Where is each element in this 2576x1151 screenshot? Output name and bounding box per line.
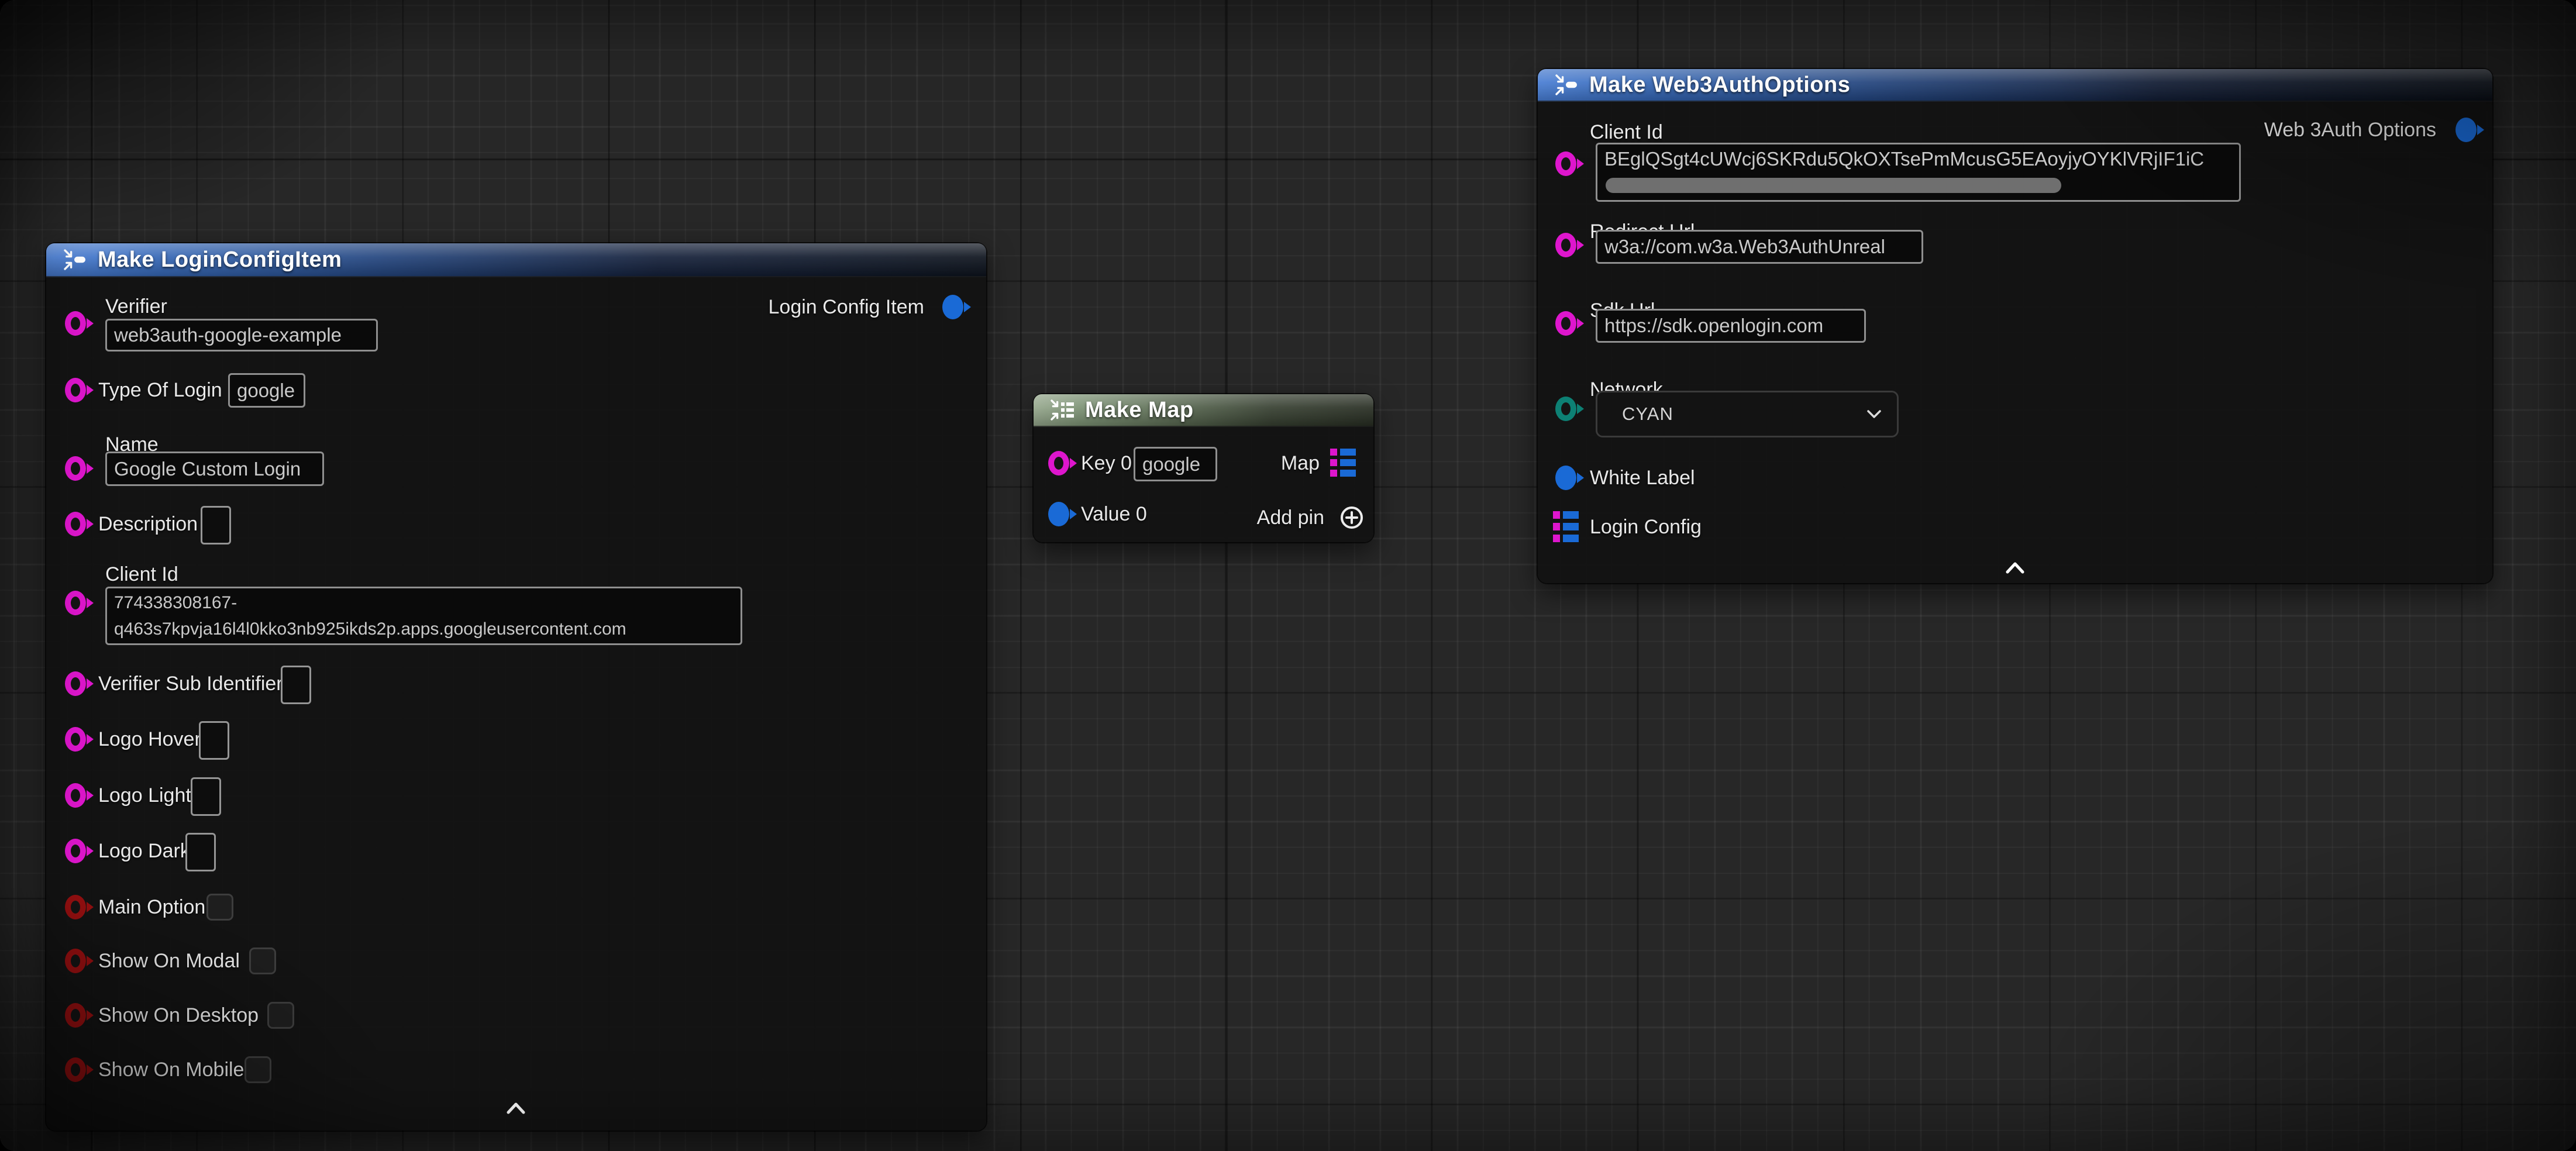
chevron-down-icon — [1866, 409, 1882, 419]
pin-label-white-label: White Label — [1590, 466, 1695, 490]
pin-verifier-sub-identifier[interactable] — [65, 671, 86, 696]
pin-logo-dark[interactable] — [65, 839, 86, 863]
pin-logo-hover[interactable] — [65, 727, 86, 752]
make-map-icon — [1048, 396, 1076, 424]
pin-logo-light[interactable] — [65, 783, 86, 808]
logo-light-input[interactable] — [191, 777, 221, 816]
pin-key-0[interactable] — [1048, 451, 1069, 475]
redirect-url-input-text: w3a://com.w3a.Web3AuthUnreal — [1604, 236, 1885, 258]
name-input-text: Google Custom Login — [114, 458, 301, 480]
redirect-url-input[interactable]: w3a://com.w3a.Web3AuthUnreal — [1596, 230, 1923, 264]
verifier-sub-identifier-input[interactable] — [281, 666, 311, 704]
pin-label-login-config: Login Config — [1590, 515, 1702, 539]
pin-label-show-on-modal: Show On Modal — [98, 949, 240, 973]
pin-label-main-option: Main Option — [98, 895, 205, 919]
pin-show-on-desktop[interactable] — [65, 1003, 86, 1028]
pin-white-label[interactable] — [1555, 466, 1576, 490]
node-header[interactable]: Make Web3AuthOptions — [1538, 69, 2492, 102]
client-id-input-text: BEglQSgt4cUWcj6SKRdu5QkOXTsePmMcusG5EAoy… — [1604, 148, 2204, 170]
pin-label-verifier: Verifier — [105, 294, 167, 319]
node-title: Make Web3AuthOptions — [1589, 73, 1850, 98]
key-0-input-text: google — [1142, 453, 1200, 475]
pin-show-on-mobile[interactable] — [65, 1057, 86, 1082]
pin-label-verifier-sub-identifier: Verifier Sub Identifier — [98, 671, 283, 696]
pin-label-show-on-desktop: Show On Desktop — [98, 1003, 259, 1028]
show-on-modal-checkbox[interactable] — [249, 947, 276, 974]
type-of-login-input[interactable]: google — [228, 373, 305, 408]
pin-label-web3auth-options: Web 3Auth Options — [2264, 118, 2436, 142]
wire-layer — [0, 0, 175, 88]
add-pin-label: Add pin — [1257, 505, 1324, 530]
pin-verifier[interactable] — [65, 311, 86, 336]
main-option-checkbox[interactable] — [206, 894, 233, 921]
pin-network[interactable] — [1555, 397, 1576, 421]
pin-show-on-modal[interactable] — [65, 949, 86, 973]
verifier-input[interactable]: web3auth-google-example — [105, 319, 378, 351]
pin-label-value-0: Value 0 — [1081, 502, 1147, 526]
node-title: Make LoginConfigItem — [98, 247, 342, 273]
node-header[interactable]: Make LoginConfigItem — [46, 243, 986, 277]
pin-name[interactable] — [65, 456, 86, 481]
pin-value-0[interactable] — [1048, 502, 1069, 526]
add-pin-plus-circle-icon[interactable] — [1339, 505, 1364, 530]
collapse-node-chevron-up-icon[interactable] — [506, 1102, 526, 1115]
key-0-input[interactable]: google — [1134, 447, 1217, 481]
pin-label-description: Description — [98, 512, 198, 536]
node-make-login-config-item[interactable]: Make LoginConfigItem Login Config Item V… — [46, 243, 986, 1131]
make-struct-icon — [1552, 71, 1580, 99]
network-dropdown-value: CYAN — [1622, 404, 1673, 425]
sdk-url-input-text: https://sdk.openlogin.com — [1604, 315, 1823, 337]
pin-label-logo-hover: Logo Hover — [98, 727, 201, 752]
logo-dark-input[interactable] — [185, 833, 216, 871]
pin-type-of-login[interactable] — [65, 378, 86, 402]
verifier-input-text: web3auth-google-example — [114, 324, 342, 346]
pin-label-client-id: Client Id — [1590, 120, 1663, 144]
name-input[interactable]: Google Custom Login — [105, 452, 324, 486]
pin-description[interactable] — [65, 512, 86, 536]
client-id-input[interactable]: BEglQSgt4cUWcj6SKRdu5QkOXTsePmMcusG5EAoy… — [1596, 143, 2241, 202]
client-id-horizontal-scrollbar[interactable] — [1606, 178, 2061, 193]
make-struct-icon — [60, 246, 88, 274]
pin-login-config-map-grid-icon[interactable] — [1553, 511, 1579, 543]
pin-sdk-url[interactable] — [1555, 311, 1576, 336]
type-of-login-input-text: google — [237, 380, 295, 402]
pin-label-client-id: Client Id — [105, 562, 178, 587]
pin-label-show-on-mobile: Show On Mobile — [98, 1057, 244, 1082]
pin-main-option[interactable] — [65, 895, 86, 919]
pin-out-login-config-item[interactable] — [942, 295, 963, 319]
pin-client-id[interactable] — [65, 591, 86, 615]
node-make-map[interactable]: Make Map Key 0 google Map Value 0 Add pi… — [1034, 394, 1373, 542]
client-id-input[interactable]: 774338308167-q463s7kpvja16l4l0kko3nb925i… — [105, 587, 742, 645]
blueprint-graph-canvas[interactable]: Make LoginConfigItem Login Config Item V… — [0, 0, 2576, 1151]
collapse-node-chevron-up-icon[interactable] — [2005, 561, 2025, 574]
node-header[interactable]: Make Map — [1034, 394, 1373, 427]
show-on-mobile-checkbox[interactable] — [244, 1056, 271, 1083]
pin-out-web3auth-options[interactable] — [2456, 118, 2477, 142]
network-dropdown[interactable]: CYAN — [1596, 391, 1899, 437]
pin-label-map: Map — [1281, 451, 1320, 475]
pin-client-id[interactable] — [1555, 151, 1576, 176]
pin-label-type-of-login: Type Of Login — [98, 378, 222, 402]
node-title: Make Map — [1085, 398, 1194, 423]
description-input[interactable] — [201, 506, 231, 545]
pin-label-key-0: Key 0 — [1081, 451, 1132, 475]
pin-redirect-url[interactable] — [1555, 233, 1576, 257]
sdk-url-input[interactable]: https://sdk.openlogin.com — [1596, 309, 1866, 343]
pin-out-map-grid-icon[interactable] — [1330, 448, 1356, 477]
show-on-desktop-checkbox[interactable] — [267, 1002, 294, 1029]
logo-hover-input[interactable] — [199, 721, 229, 760]
pin-label-login-config-item: Login Config Item — [769, 295, 925, 319]
pin-label-logo-dark: Logo Dark — [98, 839, 190, 863]
client-id-input-text: 774338308167-q463s7kpvja16l4l0kko3nb925i… — [114, 593, 626, 639]
pin-label-logo-light: Logo Light — [98, 783, 191, 808]
node-make-web3auth-options[interactable]: Make Web3AuthOptions Web 3Auth Options C… — [1538, 69, 2492, 583]
